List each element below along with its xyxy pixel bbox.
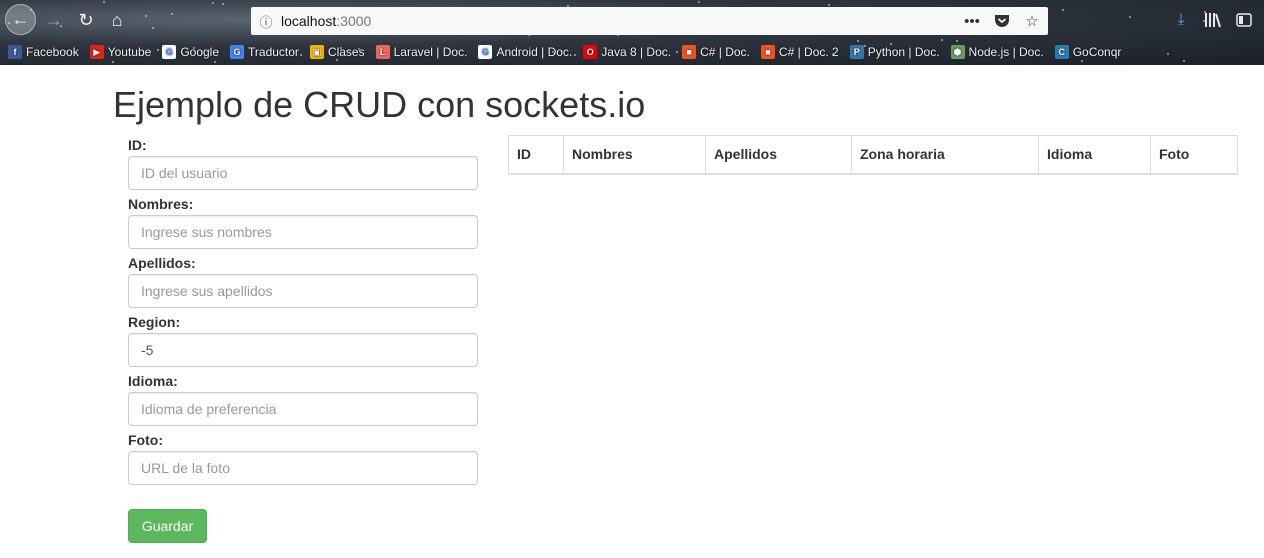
bookmark-item[interactable]: G Google: [162, 45, 219, 59]
nombres-label: Nombres:: [128, 196, 194, 212]
bookmark-item[interactable]: ⬢ Node.js | Doc.: [950, 45, 1044, 59]
bookmark-item[interactable]: O Java 8 | Doc.: [583, 45, 671, 59]
bookmark-item[interactable]: ■ C# | Doc.: [682, 45, 750, 59]
downloads-icon[interactable]: ⤓: [1170, 9, 1192, 31]
user-form: ID: Nombres: Apellidos: Region: Idioma: …: [128, 135, 478, 489]
bookmark-item[interactable]: L Laravel | Doc.: [375, 45, 468, 59]
bookmark-item[interactable]: C GoConqr: [1054, 45, 1122, 59]
foto-label: Foto:: [128, 432, 163, 448]
reload-button[interactable]: ↻: [72, 6, 100, 34]
home-button[interactable]: ⌂: [103, 6, 131, 34]
apellidos-input[interactable]: [128, 274, 478, 308]
browser-chrome: ← → ↻ ⌂ ⓘ localhost :3000 ••• ☆ ⤓ f Faceb…: [0, 0, 1264, 65]
column-header-id: ID: [508, 135, 564, 175]
page-title: Ejemplo de CRUD con sockets.io: [113, 84, 646, 125]
idioma-label: Idioma:: [128, 373, 178, 389]
google-icon: G: [162, 45, 177, 59]
oracle-icon: O: [583, 45, 598, 59]
bookmark-item[interactable]: f Facebook: [8, 45, 79, 59]
bookmark-label: Java 8 | Doc.: [601, 45, 672, 59]
save-button[interactable]: Guardar: [128, 509, 207, 543]
library-icon[interactable]: [1202, 9, 1224, 31]
region-input[interactable]: [128, 333, 478, 367]
bookmark-label: Laravel | Doc.: [393, 45, 468, 59]
goconqr-icon: C: [1054, 45, 1069, 59]
bookmark-label: Android | Doc.: [496, 45, 573, 59]
bookmark-item[interactable]: G Traductor: [230, 45, 299, 59]
back-button[interactable]: ←: [5, 4, 36, 35]
bookmarks-bar: f Facebook ▶ Youtube G Google G Traductor ▣ Clase…: [8, 42, 1132, 62]
column-header-foto: Foto: [1150, 135, 1238, 175]
bookmark-label: Youtube: [107, 45, 152, 59]
info-icon[interactable]: ⓘ: [251, 12, 281, 31]
bookmark-item[interactable]: ▶ Youtube: [89, 45, 152, 59]
home-icon: ⌂: [111, 9, 123, 30]
bookmark-label: C# | Doc.: [700, 45, 750, 59]
laravel-icon: L: [375, 45, 390, 59]
google-icon: G: [478, 45, 493, 59]
column-header-apellidos: Apellidos: [705, 135, 852, 175]
region-label: Region:: [128, 314, 181, 330]
column-header-idioma: Idioma: [1038, 135, 1151, 175]
table-header-row: ID Nombres Apellidos Zona horaria Idioma…: [508, 135, 1238, 175]
forward-button[interactable]: →: [40, 6, 68, 34]
bookmark-star-icon[interactable]: ☆: [1022, 10, 1042, 32]
nombres-input[interactable]: [128, 215, 478, 249]
classroom-icon: ▣: [309, 45, 324, 59]
bookmark-label: Python | Doc.: [867, 45, 940, 59]
microsoft-icon: ■: [760, 45, 775, 59]
sidebar-icon[interactable]: [1233, 9, 1255, 31]
arrow-right-icon: →: [45, 9, 63, 30]
arrow-left-icon: ←: [11, 9, 30, 29]
apellidos-label: Apellidos:: [128, 255, 196, 271]
url-host: localhost: [281, 13, 337, 29]
browser-toolbar: ← → ↻ ⌂ ⓘ localhost :3000 ••• ☆ ⤓: [0, 0, 1264, 40]
python-icon: P: [849, 45, 864, 59]
foto-input[interactable]: [128, 451, 478, 485]
bookmark-label: Facebook: [26, 45, 79, 59]
idioma-input[interactable]: [128, 392, 478, 426]
bookmark-item[interactable]: ▣ Clases: [309, 45, 365, 59]
bookmark-label: C# | Doc. 2: [778, 45, 839, 59]
bookmark-label: Node.js | Doc.: [968, 45, 1044, 59]
background-star: [1167, 53, 1169, 55]
bookmark-label: Clases: [327, 45, 365, 59]
pocket-icon[interactable]: [992, 10, 1012, 32]
bookmark-label: Traductor: [248, 45, 299, 59]
column-header-zona-horaria: Zona horaria: [851, 135, 1039, 175]
facebook-icon: f: [8, 45, 22, 59]
youtube-icon: ▶: [89, 45, 104, 59]
url-bar[interactable]: ⓘ localhost :3000 ••• ☆: [251, 7, 1048, 35]
page-content: Ejemplo de CRUD con sockets.io ID: Nombr…: [0, 65, 1264, 558]
bookmark-label: GoConqr: [1072, 45, 1122, 59]
background-star: [1183, 60, 1185, 62]
column-header-nombres: Nombres: [563, 135, 706, 175]
url-port: :3000: [336, 13, 372, 29]
bookmark-item[interactable]: G Android | Doc.: [478, 45, 572, 59]
id-input[interactable]: [128, 156, 478, 190]
users-table: ID Nombres Apellidos Zona horaria Idioma…: [508, 135, 1238, 175]
url-actions: ••• ☆: [962, 10, 1042, 32]
bookmark-label: Google: [180, 45, 220, 59]
nodejs-icon: ⬢: [950, 45, 965, 59]
bookmark-item[interactable]: P Python | Doc.: [849, 45, 940, 59]
reload-icon: ↻: [78, 9, 94, 30]
page-actions-icon[interactable]: •••: [962, 10, 982, 32]
translate-icon: G: [230, 45, 245, 59]
id-label: ID:: [128, 137, 147, 153]
bookmark-item[interactable]: ■ C# | Doc. 2: [760, 45, 839, 59]
microsoft-icon: ■: [682, 45, 697, 59]
